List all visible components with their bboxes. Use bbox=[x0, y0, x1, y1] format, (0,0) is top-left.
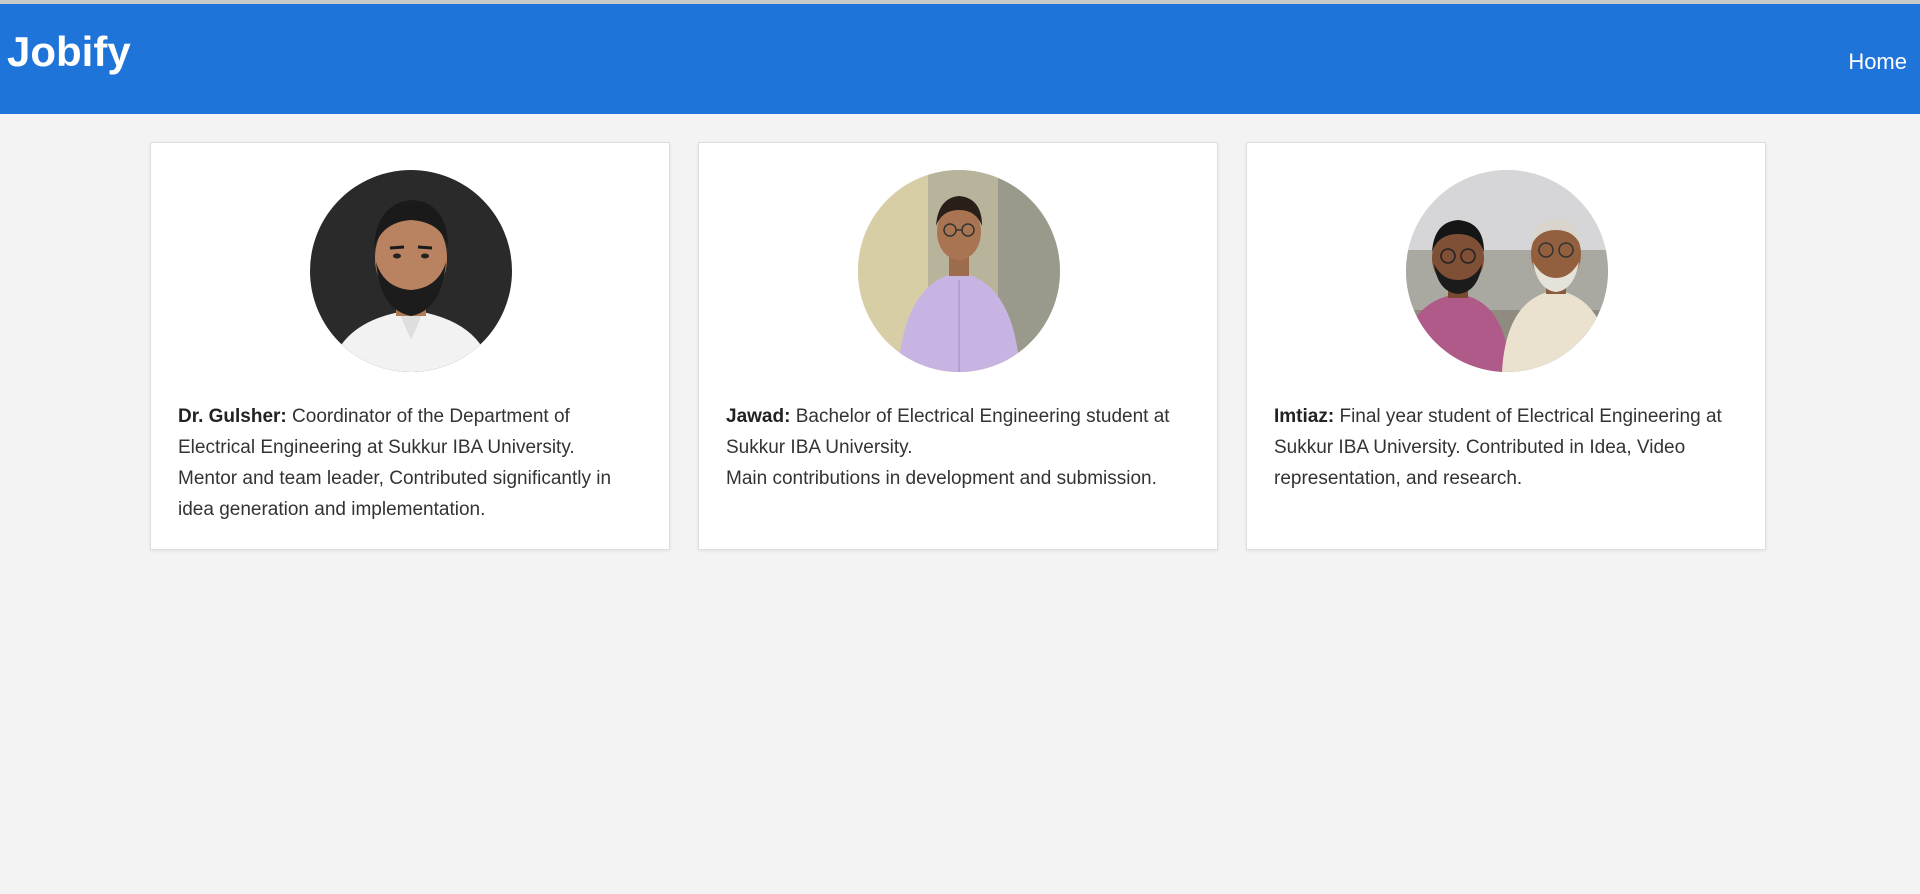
team-card-jawad: Jawad: Bachelor of Electrical Engineerin… bbox=[698, 142, 1218, 550]
member-bio-extra: Mentor and team leader, Contributed sign… bbox=[178, 468, 612, 520]
member-name: Imtiaz: bbox=[1274, 406, 1335, 427]
bio-jawad: Jawad: Bachelor of Electrical Engineerin… bbox=[726, 401, 1196, 494]
navbar: Jobify Home bbox=[0, 4, 1920, 114]
member-bio: Final year student of Electrical Enginee… bbox=[1274, 406, 1722, 489]
member-name: Dr. Gulsher: bbox=[178, 406, 287, 427]
member-bio-extra: Main contributions in development and su… bbox=[726, 468, 1157, 489]
team-card-imtiaz: Imtiaz: Final year student of Electrical… bbox=[1246, 142, 1766, 550]
team-cards: Dr. Gulsher: Coordinator of the Departme… bbox=[150, 142, 1766, 550]
bio-imtiaz: Imtiaz: Final year student of Electrical… bbox=[1274, 401, 1744, 494]
team-card-gulsher: Dr. Gulsher: Coordinator of the Departme… bbox=[150, 142, 670, 550]
member-name: Jawad: bbox=[726, 406, 791, 427]
avatar-imtiaz-photo bbox=[1406, 170, 1608, 372]
avatar-jawad-photo bbox=[858, 170, 1060, 372]
member-bio: Bachelor of Electrical Engineering stude… bbox=[726, 406, 1170, 458]
avatar-imtiaz bbox=[1406, 170, 1608, 372]
brand-logo[interactable]: Jobify bbox=[7, 28, 131, 76]
bio-gulsher: Dr. Gulsher: Coordinator of the Departme… bbox=[178, 401, 648, 525]
avatar-gulsher-photo bbox=[310, 170, 512, 372]
avatar-gulsher bbox=[310, 170, 512, 372]
nav-home-link[interactable]: Home bbox=[1848, 48, 1907, 76]
avatar-jawad bbox=[858, 170, 1060, 372]
